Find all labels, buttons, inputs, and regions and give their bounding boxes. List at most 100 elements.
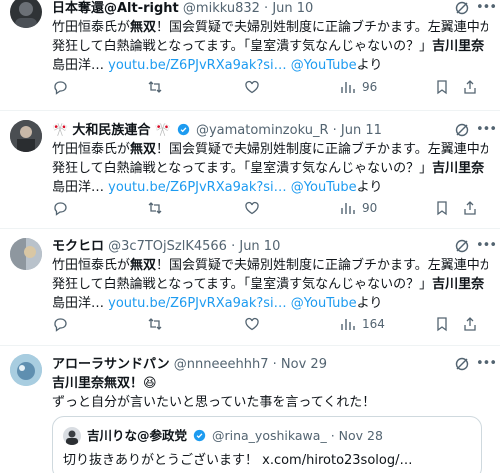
text-highlight: 吉川里奈 bbox=[432, 161, 485, 176]
views-count: 164 bbox=[362, 317, 385, 331]
tweet[interactable]: 日本奪還@Alt-right @mikku832 · Jun 10 ••• 竹田… bbox=[0, 0, 500, 111]
name-decoration: 🎌 bbox=[154, 123, 171, 138]
views-button[interactable]: 96 bbox=[340, 78, 377, 96]
user-handle[interactable]: @mikku832 bbox=[183, 1, 260, 16]
text-segment: より bbox=[356, 296, 383, 311]
avatar[interactable] bbox=[10, 354, 42, 386]
grok-icon[interactable] bbox=[454, 0, 470, 16]
views-count: 96 bbox=[362, 80, 378, 94]
grok-icon[interactable] bbox=[454, 238, 470, 254]
user-handle[interactable]: @nnneeehhh7 bbox=[174, 357, 269, 372]
avatar[interactable] bbox=[10, 120, 42, 152]
avatar[interactable] bbox=[10, 0, 42, 28]
text-segment: 島田洋… bbox=[52, 58, 105, 73]
youtube-link[interactable]: youtu.be/Z6PJvRXa9ak?si… bbox=[108, 296, 286, 311]
tweet-date[interactable]: Nov 29 bbox=[281, 357, 327, 372]
display-name[interactable]: アローラサンドパン bbox=[52, 357, 170, 372]
text-segment: より bbox=[356, 180, 383, 195]
display-name[interactable]: 大和民族連合 bbox=[72, 123, 150, 138]
mention-link[interactable]: @YouTube bbox=[291, 180, 357, 195]
tweet-feed: 日本奪還@Alt-right @mikku832 · Jun 10 ••• 竹田… bbox=[0, 0, 500, 473]
share-button[interactable] bbox=[462, 78, 478, 96]
text-highlight: 無双 bbox=[130, 142, 157, 157]
like-icon bbox=[245, 80, 259, 94]
action-bar: 96 bbox=[52, 78, 488, 96]
user-handle[interactable]: @3c7TOjSzlK4566 bbox=[108, 239, 227, 254]
tweet-date[interactable]: Nov 28 bbox=[339, 428, 383, 443]
display-name[interactable]: 日本奪還@Alt-right bbox=[52, 1, 179, 16]
bookmark-button[interactable] bbox=[434, 78, 450, 96]
tweet-date[interactable]: Jun 11 bbox=[341, 123, 382, 138]
tweet[interactable]: 🎌 大和民族連合 🎌 @yamatominzoku_R · Jun 11 •••… bbox=[0, 111, 500, 229]
more-icon[interactable]: ••• bbox=[476, 122, 497, 138]
avatar[interactable] bbox=[10, 238, 42, 270]
share-icon bbox=[464, 317, 476, 331]
display-name[interactable]: モクヒロ bbox=[52, 239, 104, 254]
action-bar: 90 bbox=[52, 199, 488, 217]
share-icon bbox=[464, 201, 476, 215]
bookmark-button[interactable] bbox=[434, 199, 450, 217]
bookmark-button[interactable] bbox=[434, 315, 450, 333]
text-highlight: 無双 bbox=[130, 258, 157, 273]
youtube-link[interactable]: youtu.be/Z6PJvRXa9ak?si… bbox=[108, 180, 286, 195]
mention-link[interactable]: @YouTube bbox=[291, 296, 357, 311]
like-button[interactable] bbox=[244, 315, 260, 333]
text-highlight: 吉川里奈 bbox=[432, 39, 485, 54]
more-icon[interactable]: ••• bbox=[476, 0, 497, 16]
views-button[interactable]: 164 bbox=[340, 315, 385, 333]
youtube-link[interactable]: youtu.be/Z6PJvRXa9ak?si… bbox=[108, 58, 286, 73]
avatar[interactable] bbox=[63, 427, 81, 445]
reply-button[interactable] bbox=[52, 315, 68, 333]
views-button[interactable]: 90 bbox=[340, 199, 377, 217]
share-button[interactable] bbox=[462, 315, 478, 333]
user-handle[interactable]: @rina_yoshikawa_ bbox=[212, 428, 327, 443]
tweet[interactable]: モクヒロ @3c7TOjSzlK4566 · Jun 10 ••• 竹田恒泰氏が… bbox=[0, 229, 500, 346]
action-bar: 164 bbox=[52, 315, 488, 333]
like-icon bbox=[245, 201, 259, 215]
like-icon bbox=[245, 317, 259, 331]
retweet-button[interactable] bbox=[147, 315, 163, 333]
grok-icon[interactable] bbox=[454, 356, 470, 372]
text-segment: より bbox=[356, 58, 383, 73]
quoted-tweet-text: 切り抜きありがとうございます！ x.com/hiroto23solog/… bbox=[63, 453, 413, 468]
bookmark-icon bbox=[437, 201, 447, 216]
text-segment: ！国会質疑で夫婦別姓制度に正論ブチかます。左翼連中が bbox=[156, 142, 488, 157]
quoted-tweet[interactable]: 吉川りな@参政党 @rina_yoshikawa_ · Nov 28 切り抜きあ… bbox=[52, 416, 482, 473]
retweet-button[interactable] bbox=[147, 78, 163, 96]
retweet-icon bbox=[148, 81, 162, 93]
quoted-tweet-header: 吉川りな@参政党 @rina_yoshikawa_ · Nov 28 bbox=[87, 427, 383, 445]
separator-dot: · bbox=[330, 428, 335, 443]
retweet-button[interactable] bbox=[147, 199, 163, 217]
separator-dot: · bbox=[231, 239, 236, 254]
like-button[interactable] bbox=[244, 199, 260, 217]
tweet-text-line: ずっと自分が言いたいと思っていた事を言ってくれた！ bbox=[52, 395, 376, 410]
reply-button[interactable] bbox=[52, 199, 68, 217]
share-button[interactable] bbox=[462, 199, 478, 217]
tweet-date[interactable]: Jun 10 bbox=[239, 239, 280, 254]
text-segment: 島田洋… bbox=[52, 180, 105, 195]
like-button[interactable] bbox=[244, 78, 260, 96]
views-icon bbox=[341, 203, 355, 214]
more-icon[interactable]: ••• bbox=[476, 356, 497, 372]
separator-dot: · bbox=[332, 123, 337, 138]
text-highlight: 吉川里奈 bbox=[432, 277, 485, 292]
user-handle[interactable]: @yamatominzoku_R bbox=[196, 123, 329, 138]
text-segment: ！国会質疑で夫婦別姓制度に正論ブチかます。左翼連中が bbox=[156, 258, 488, 273]
display-name[interactable]: 吉川りな@参政党 bbox=[87, 428, 187, 443]
text-segment: 島田洋… bbox=[52, 296, 105, 311]
retweet-icon bbox=[148, 202, 162, 214]
mention-link[interactable]: @YouTube bbox=[291, 58, 357, 73]
tweet-date[interactable]: Jun 10 bbox=[272, 1, 313, 16]
text-segment: 発狂して白熱論戦となってます。「皇室潰す気なんじゃないの？」 bbox=[52, 277, 433, 292]
grok-icon[interactable] bbox=[454, 122, 470, 138]
text-highlight: 無双 bbox=[130, 20, 157, 35]
bookmark-icon bbox=[437, 80, 447, 95]
views-count: 90 bbox=[362, 201, 378, 215]
tweet[interactable]: アローラサンドパン @nnneeehhh7 · Nov 29 ••• 吉川里奈無… bbox=[0, 346, 500, 473]
verified-badge-icon bbox=[177, 123, 189, 136]
reply-button[interactable] bbox=[52, 78, 68, 96]
tweet-text: 竹田恒泰氏が無双！国会質疑で夫婦別姓制度に正論ブチかます。左翼連中が 発狂して白… bbox=[52, 256, 488, 313]
reply-icon bbox=[54, 202, 67, 216]
retweet-icon bbox=[148, 318, 162, 330]
more-icon[interactable]: ••• bbox=[476, 238, 497, 254]
